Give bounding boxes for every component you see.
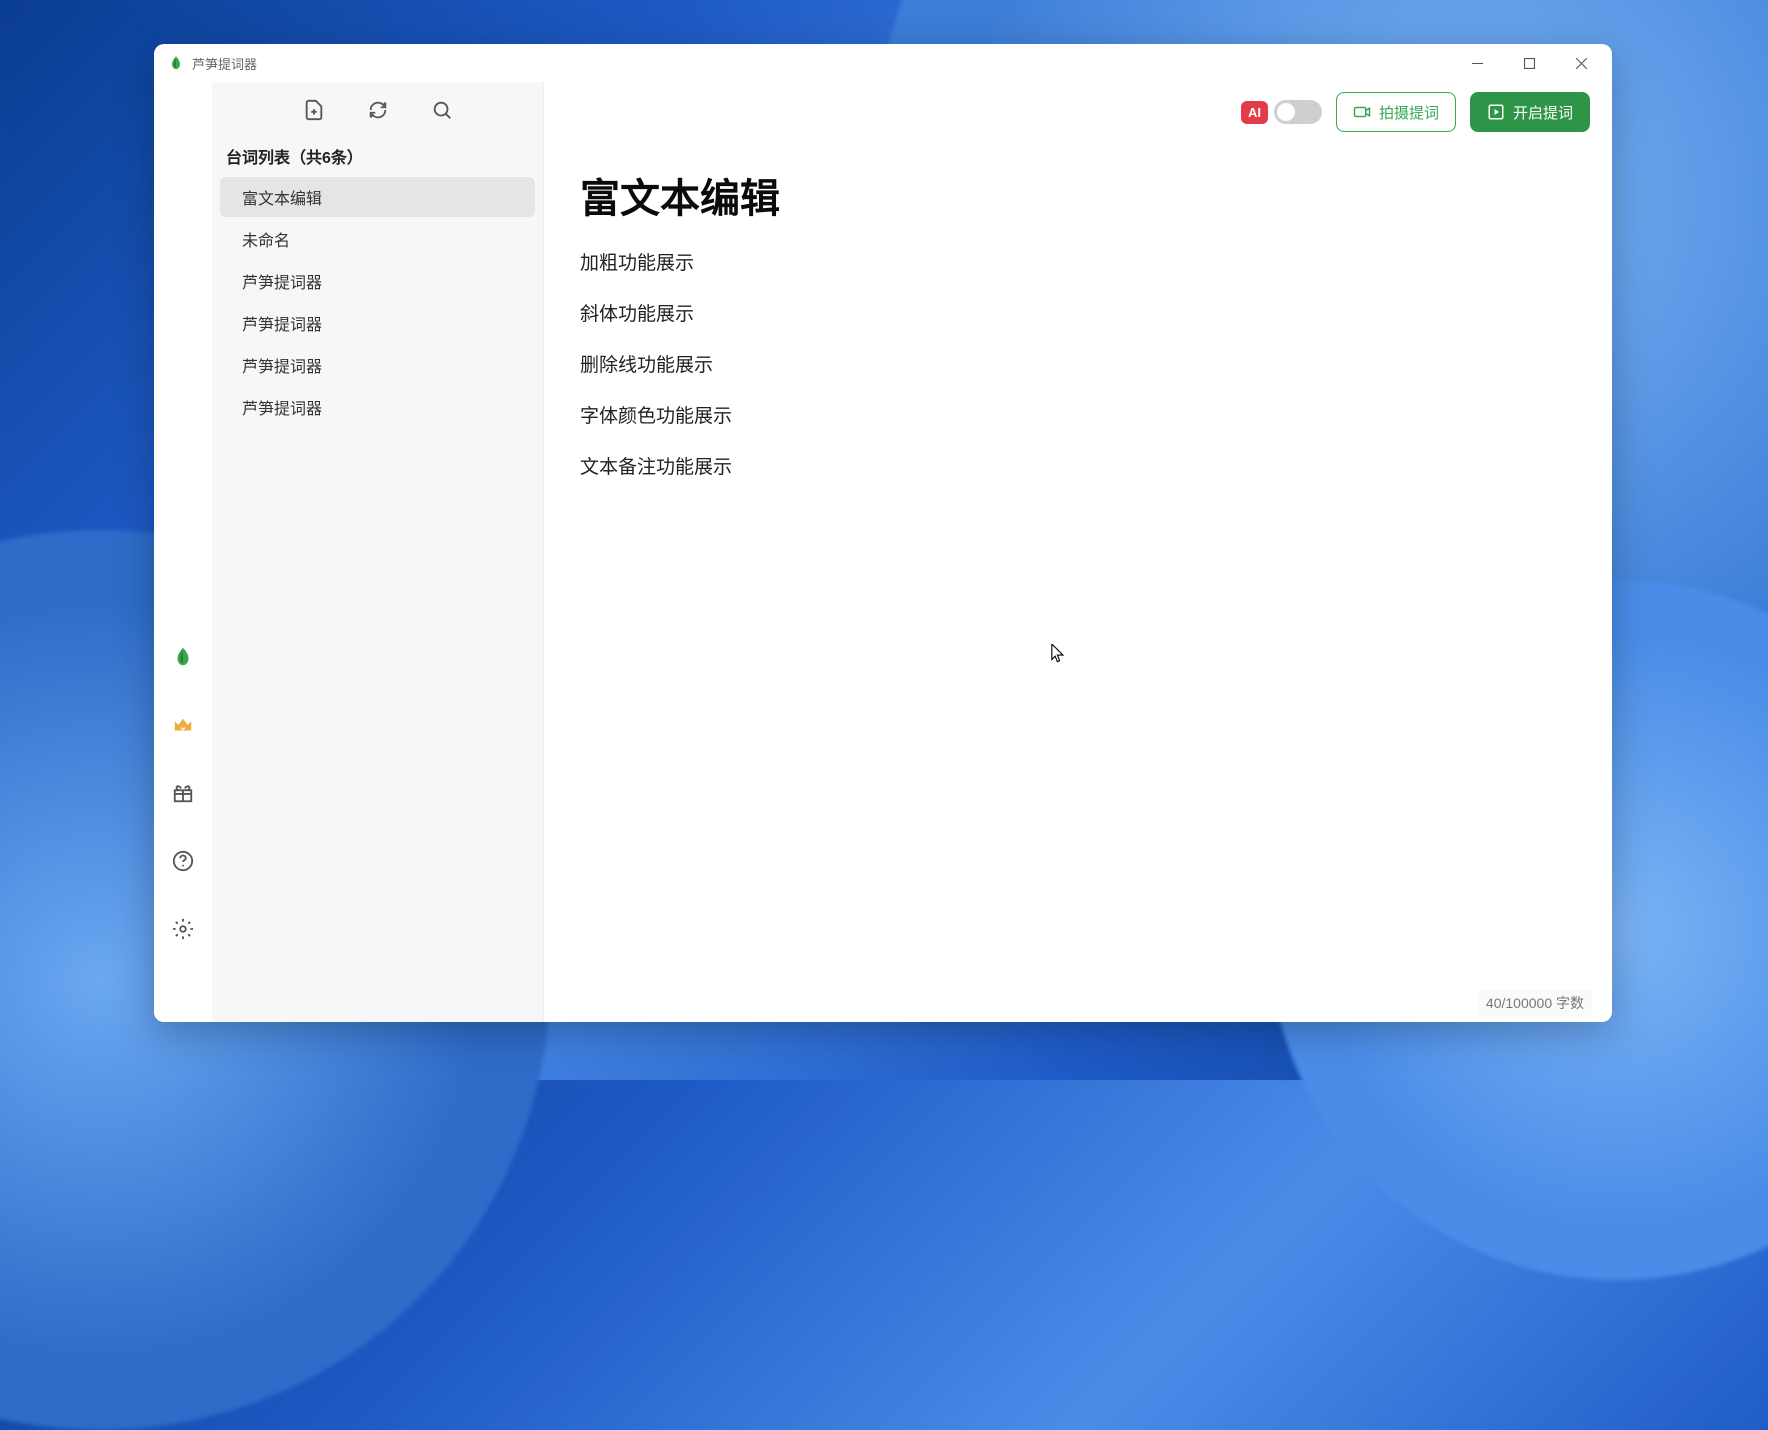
script-list: 富文本编辑未命名芦笋提词器芦笋提词器芦笋提词器芦笋提词器 — [212, 176, 543, 428]
list-item[interactable]: 芦笋提词器 — [220, 261, 535, 301]
document-line: 文本备注功能展示 — [580, 452, 1576, 479]
list-item[interactable]: 富文本编辑 — [220, 177, 535, 217]
ai-badge: AI — [1241, 101, 1268, 124]
app-window: 芦笋提词器 — [154, 44, 1612, 1022]
status-bar: 40/100000 字数 — [1478, 990, 1592, 1016]
nav-settings[interactable] — [168, 914, 198, 944]
gift-icon — [172, 782, 194, 804]
crown-icon — [172, 714, 194, 736]
search-icon — [431, 99, 453, 121]
document-title: 富文本编辑 — [580, 166, 1576, 224]
help-icon — [172, 850, 194, 872]
record-button[interactable]: 拍摄提词 — [1336, 92, 1456, 132]
play-icon — [1487, 103, 1505, 121]
main-area: AI 拍摄提词 开启提词 富文本编辑 加粗功能展示斜体功能展示删除线功能展示字体… — [544, 82, 1612, 1022]
nav-home[interactable] — [168, 642, 198, 672]
camera-icon — [1353, 103, 1371, 121]
start-button[interactable]: 开启提词 — [1470, 92, 1590, 132]
app-logo-icon — [168, 55, 184, 71]
sidebar: 台词列表（共6条） 富文本编辑未命名芦笋提词器芦笋提词器芦笋提词器芦笋提词器 — [212, 82, 544, 1022]
search-button[interactable] — [429, 97, 455, 123]
leaf-icon — [172, 646, 194, 668]
list-header: 台词列表（共6条） — [212, 138, 543, 176]
topbar: AI 拍摄提词 开启提词 — [544, 82, 1612, 142]
refresh-icon — [367, 99, 389, 121]
document-line: 加粗功能展示 — [580, 248, 1576, 275]
ai-toggle[interactable]: AI — [1241, 100, 1322, 124]
maximize-button[interactable] — [1504, 44, 1554, 82]
record-button-label: 拍摄提词 — [1379, 102, 1439, 123]
document-line: 斜体功能展示 — [580, 299, 1576, 326]
new-file-icon — [303, 99, 325, 121]
minimize-button[interactable] — [1452, 44, 1502, 82]
document-line: 字体颜色功能展示 — [580, 401, 1576, 428]
list-item[interactable]: 未命名 — [220, 219, 535, 259]
document-line: 删除线功能展示 — [580, 350, 1576, 377]
list-item[interactable]: 芦笋提词器 — [220, 387, 535, 427]
nav-gift[interactable] — [168, 778, 198, 808]
start-button-label: 开启提词 — [1513, 102, 1573, 123]
nav-iconbar — [154, 82, 212, 1022]
window-title: 芦笋提词器 — [192, 54, 257, 73]
titlebar: 芦笋提词器 — [154, 44, 1612, 82]
close-button[interactable] — [1556, 44, 1606, 82]
list-item[interactable]: 芦笋提词器 — [220, 303, 535, 343]
ai-switch[interactable] — [1274, 100, 1322, 124]
list-item[interactable]: 芦笋提词器 — [220, 345, 535, 385]
editor-content[interactable]: 富文本编辑 加粗功能展示斜体功能展示删除线功能展示字体颜色功能展示文本备注功能展… — [544, 142, 1612, 1022]
gear-icon — [172, 918, 194, 940]
nav-help[interactable] — [168, 846, 198, 876]
nav-premium[interactable] — [168, 710, 198, 740]
new-doc-button[interactable] — [301, 97, 327, 123]
refresh-button[interactable] — [365, 97, 391, 123]
